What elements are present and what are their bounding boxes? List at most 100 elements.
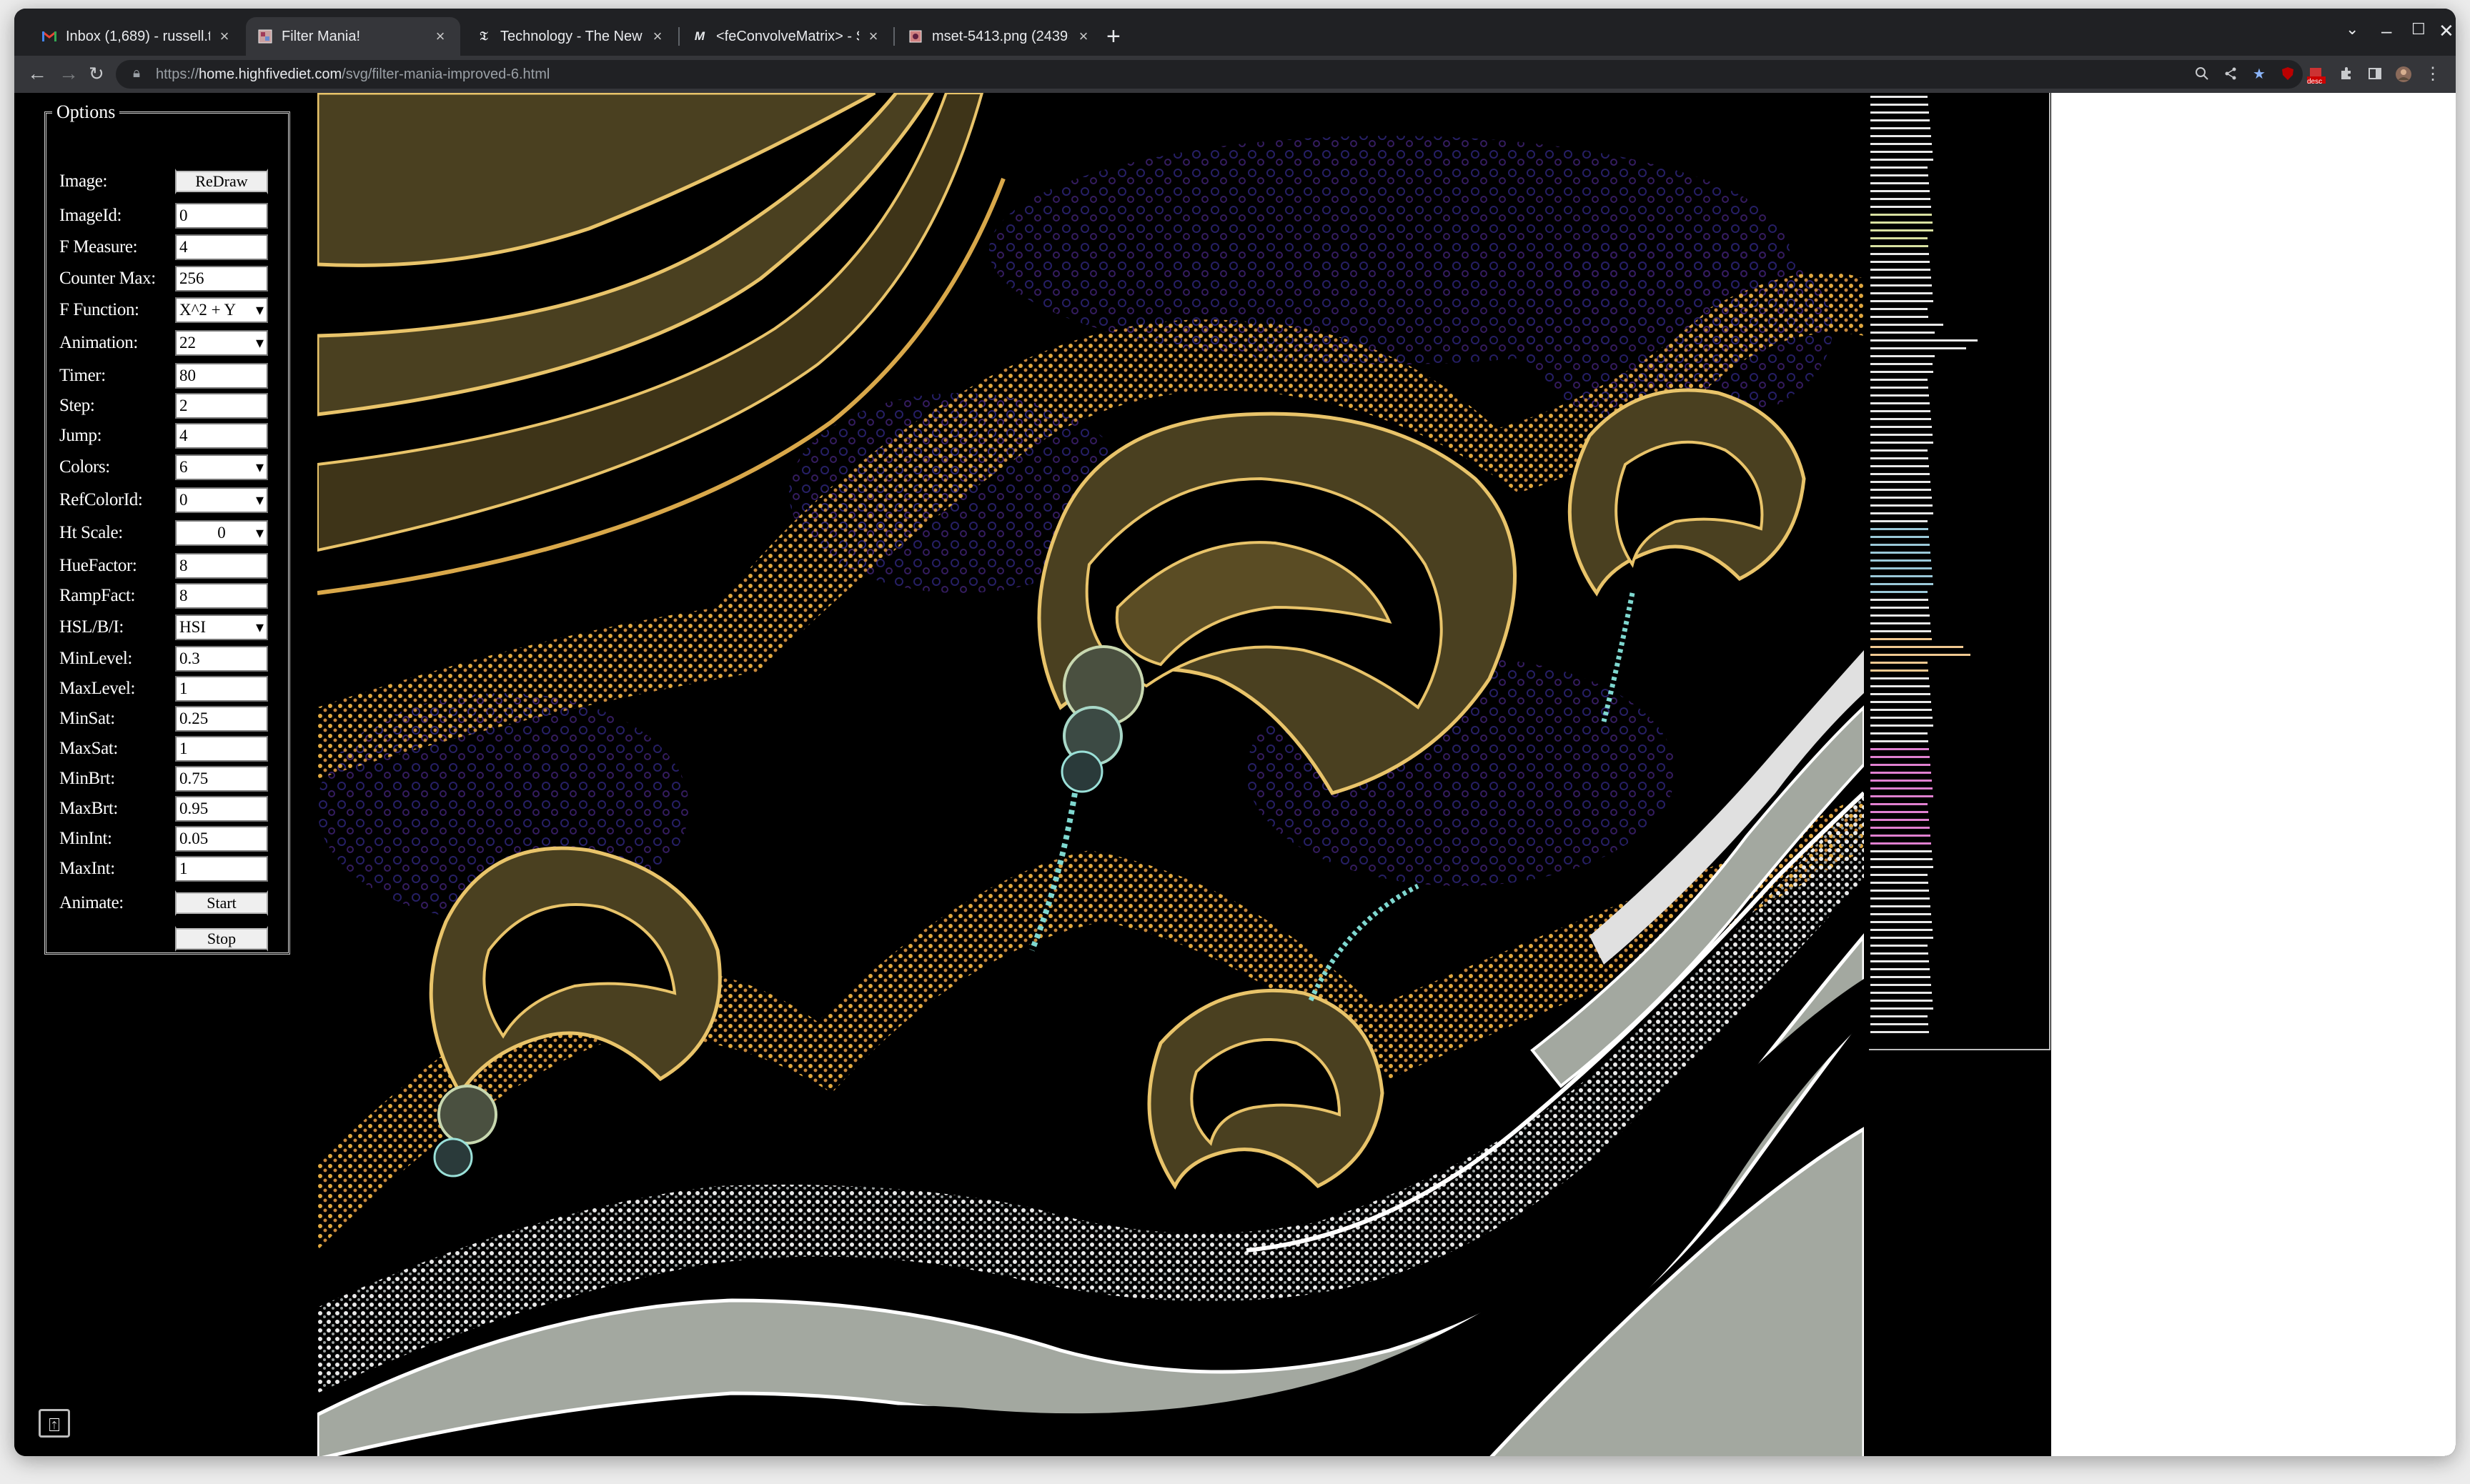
option-row-f-measure: F Measure: 4 [59,233,268,262]
share-icon[interactable] [2223,66,2238,82]
histogram-bar [1870,897,1930,900]
ht-scale-select[interactable]: 0 [175,520,268,546]
reload-button[interactable]: ↻ [89,61,104,86]
counter-max-input[interactable]: 256 [175,266,268,292]
histogram-bar [1870,410,1930,412]
histogram-bar [1870,96,1928,98]
fractal-canvas[interactable] [317,93,1864,1456]
histogram-bar [1870,780,1932,782]
maxbrt-input[interactable]: 0.95 [175,796,268,822]
f-function-select[interactable]: X^2 + Y [175,297,268,323]
option-row-ht-scale: Ht Scale: 0 [59,519,268,547]
histogram-bar [1870,387,1928,389]
close-window-icon[interactable]: ✕ [2439,20,2454,42]
extension-icon[interactable]: desc [2306,66,2327,86]
bookmark-star-icon[interactable]: ★ [2251,66,2267,82]
maxint-input[interactable]: 1 [175,856,268,882]
huefactor-input[interactable]: 8 [175,553,268,579]
puzzle-extensions-icon[interactable] [2338,66,2354,82]
histogram-bar [1870,347,1966,349]
tab-mdn[interactable]: M <feConvolveMatrix> - SVG × [680,17,893,56]
refcolorid-select[interactable]: 0 [175,487,268,513]
close-icon[interactable]: × [432,27,449,46]
histogram-bar [1870,992,1932,994]
mdn-icon: M [694,29,705,43]
hsl-b-i-select[interactable]: HSI [175,614,268,640]
tab-gmail[interactable]: Inbox (1,689) - russell.tod × [30,17,244,56]
histogram-bar [1870,732,1928,734]
profile-avatar[interactable] [2396,66,2411,82]
minimize-icon[interactable]: – [2381,20,2391,42]
new-tab-button[interactable]: + [1106,24,1121,49]
histogram-bar [1870,269,1930,271]
option-label: Step: [59,396,95,415]
histogram-bar [1870,905,1930,907]
histogram-bar [1870,1031,1929,1033]
options-legend: Options [56,101,116,122]
scroll-top-icon[interactable]: ⍐ [39,1409,70,1438]
tab-image[interactable]: mset-5413.png (2439×16 × [896,17,1103,56]
histogram-bar [1870,701,1931,703]
histogram-bar [1870,913,1931,915]
minbrt-input[interactable]: 0.75 [175,766,268,792]
option-row-minsat: MinSat: 0.25 [59,704,268,733]
close-icon[interactable]: × [649,27,666,46]
image-icon [908,29,923,44]
side-panel-icon[interactable] [2367,66,2383,82]
forward-button[interactable]: → [59,61,79,86]
histogram-bar [1870,819,1929,821]
close-icon[interactable]: × [1075,27,1092,46]
animation-select[interactable]: 22 [175,330,268,356]
options-panel: Options Image: ReDraw ImageId: 0 F Measure: 4… [44,101,290,955]
histogram-bar [1870,960,1929,962]
colors-select[interactable]: 6 [175,454,268,480]
histogram-bar [1870,685,1930,687]
image-button[interactable]: ReDraw [175,169,268,194]
option-row-step: Step: 2 [59,392,268,420]
histogram-bar [1870,159,1933,161]
tab-nyt[interactable]: 𝔗 Technology - The New Yo × [465,17,678,56]
close-icon[interactable]: × [865,27,882,46]
maximize-icon[interactable]: ☐ [2411,20,2426,39]
tab-filter-mania[interactable]: Filter Mania! × [246,17,460,56]
close-icon[interactable]: × [216,27,233,46]
histogram-bar [1870,795,1933,797]
option-row-f-function: F Function: X^2 + Y [59,296,268,324]
animate-button[interactable]: Start [175,890,268,916]
rampfact-input[interactable]: 8 [175,583,268,609]
maxsat-input[interactable]: 1 [175,736,268,762]
minlevel-input[interactable]: 0.3 [175,646,268,672]
histogram-bar [1870,166,1928,169]
f-measure-input[interactable]: 4 [175,234,268,260]
option-row-image: Image: ReDraw [59,167,268,196]
address-bar[interactable]: 🔒︎ https://home.highfivediet.com/svg/fil… [116,60,2303,89]
url-text[interactable]: https://home.highfivediet.com/svg/filter… [156,66,550,83]
histogram-bar [1870,842,1931,845]
step-input[interactable]: 2 [175,393,268,419]
timer-input[interactable]: 80 [175,363,268,389]
histogram-bar [1870,261,1930,263]
tab-search-icon[interactable]: ⌄ [2346,20,2359,39]
option-label: MinSat: [59,709,115,728]
histogram-bar [1870,693,1930,695]
minsat-input[interactable]: 0.25 [175,706,268,732]
option-label: MinInt: [59,829,112,848]
ublock-extension-icon[interactable] [2280,66,2296,82]
option-row-imageid: ImageId: 0 [59,201,268,230]
histogram-bar [1870,489,1931,491]
histogram-bar [1870,473,1930,475]
zoom-icon[interactable] [2194,66,2210,82]
option-row-maxbrt: MaxBrt: 0.95 [59,795,268,823]
option-row-minint: MinInt: 0.05 [59,825,268,853]
histogram-panel [1869,93,2050,1050]
back-button[interactable]: ← [27,61,47,86]
minint-input[interactable]: 0.05 [175,826,268,852]
stop-button[interactable]: Stop [175,926,268,952]
histogram-bar [1870,119,1930,121]
page-icon [257,29,273,44]
option-label: MaxLevel: [59,679,136,698]
imageid-input[interactable]: 0 [175,203,268,229]
menu-icon[interactable]: ⋮ [2424,66,2441,83]
maxlevel-input[interactable]: 1 [175,676,268,702]
jump-input[interactable]: 4 [175,423,268,449]
